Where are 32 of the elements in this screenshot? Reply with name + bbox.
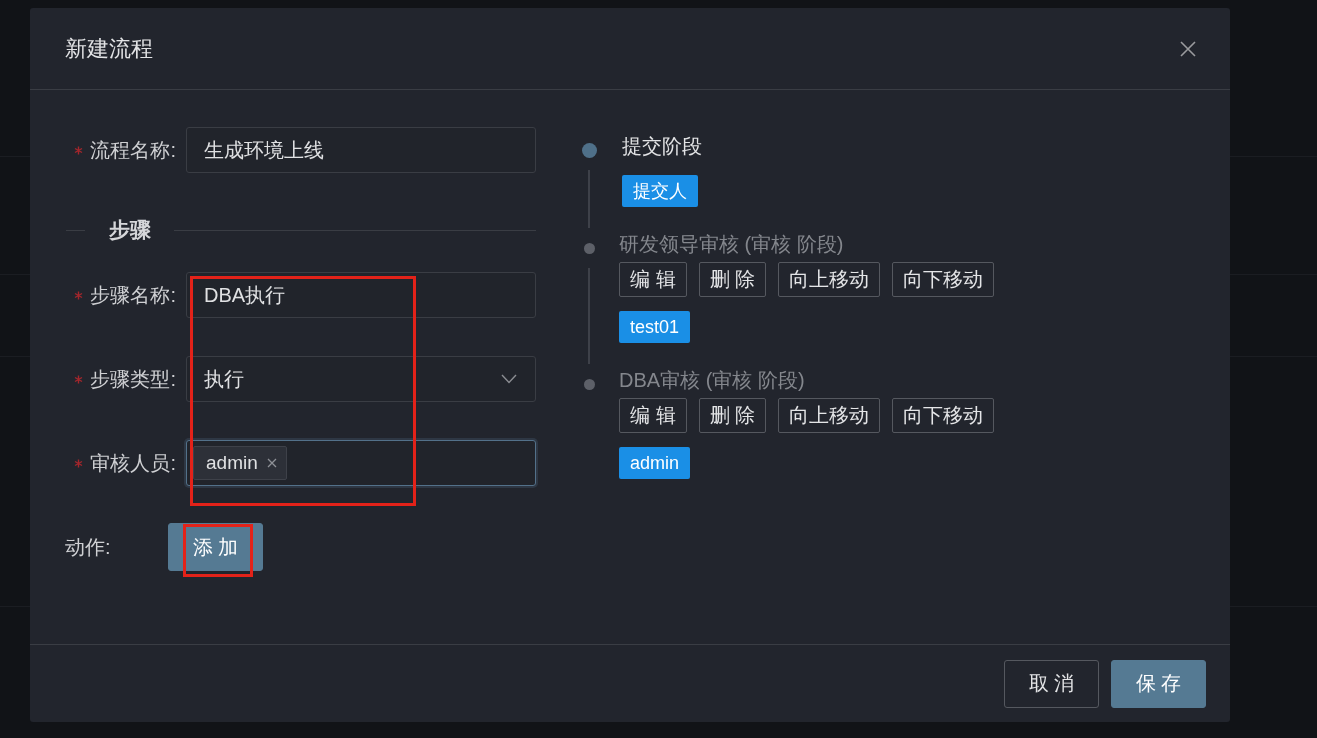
text-input[interactable]: 生成环境上线 bbox=[186, 127, 536, 173]
section-title: 步骤 bbox=[108, 217, 152, 243]
stage-action-button[interactable]: 编 辑 bbox=[619, 262, 687, 297]
text-input[interactable]: DBA执行 bbox=[186, 272, 536, 318]
field-label: 审核人员: bbox=[90, 450, 176, 476]
close-icon[interactable] bbox=[266, 458, 277, 468]
selected-tag[interactable]: admin bbox=[193, 446, 287, 480]
multi-select-field[interactable]: admin bbox=[186, 440, 536, 486]
user-tag: 提交人 bbox=[622, 175, 698, 207]
stage-action-button[interactable]: 向下移动 bbox=[892, 262, 995, 297]
stage-title: DBA审核 (审核 阶段) bbox=[619, 368, 806, 393]
chevron-down-icon bbox=[501, 374, 517, 384]
add-button[interactable]: 添 加 bbox=[168, 523, 263, 571]
user-tag: admin bbox=[619, 447, 691, 479]
stage-action-button[interactable]: 向上移动 bbox=[778, 262, 881, 297]
field-label: 流程名称: bbox=[90, 137, 176, 163]
stage-action-button[interactable]: 向下移动 bbox=[892, 398, 995, 433]
select-field[interactable]: 执行 bbox=[186, 356, 536, 402]
stage-action-button[interactable]: 向上移动 bbox=[778, 398, 881, 433]
user-tag: test01 bbox=[619, 311, 691, 343]
field-label: 步骤类型: bbox=[90, 366, 176, 392]
dialog-title: 新建流程 bbox=[65, 34, 153, 63]
stage-action-button[interactable]: 删 除 bbox=[698, 262, 767, 297]
stage-title: 研发领导审核 (审核 阶段) bbox=[619, 232, 845, 257]
field-label: 动作: bbox=[65, 534, 112, 560]
stage-title: 提交阶段 bbox=[621, 134, 703, 159]
stage-action-button[interactable]: 删 除 bbox=[698, 398, 767, 433]
save-button[interactable]: 保 存 bbox=[1111, 659, 1206, 708]
cancel-button[interactable]: 取 消 bbox=[1004, 659, 1099, 708]
stage-action-button[interactable]: 编 辑 bbox=[619, 398, 687, 433]
close-icon[interactable] bbox=[1180, 40, 1196, 57]
field-label: 步骤名称: bbox=[90, 282, 176, 308]
